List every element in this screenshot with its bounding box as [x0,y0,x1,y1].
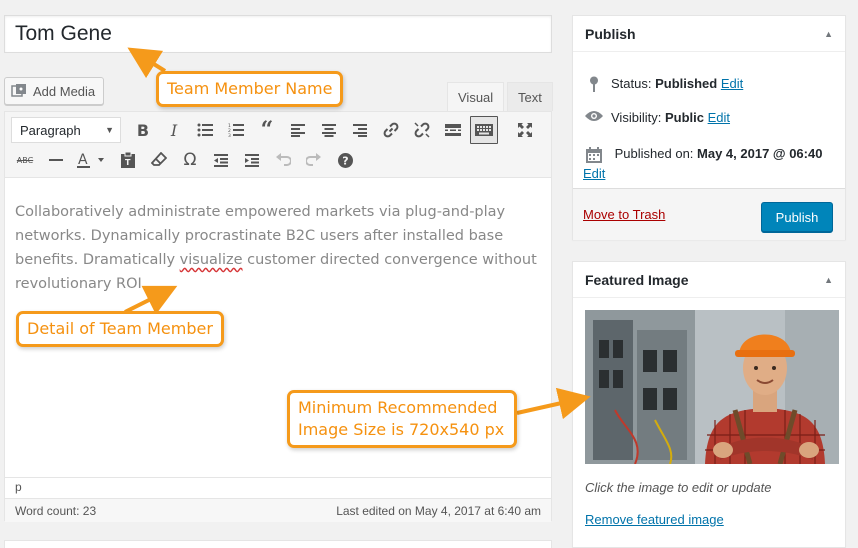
svg-text:?: ? [342,154,348,167]
editor-status-bar: Word count: 23 Last edited on May 4, 201… [5,498,551,522]
add-media-button[interactable]: Add Media [4,77,105,105]
publish-actions: Move to Trash Publish [573,188,845,240]
element-path[interactable]: p [5,477,551,497]
bold-icon[interactable]: B [129,116,157,144]
misspelled-word: visualize [179,252,243,268]
publish-box-title: Publish [585,25,636,42]
move-to-trash-link[interactable]: Move to Trash [583,207,665,222]
indent-icon[interactable] [238,146,266,174]
italic-icon[interactable]: I [160,116,188,144]
svg-text:T: T [125,158,131,167]
collapse-arrow-icon[interactable]: ▲ [824,29,833,39]
editor-toolbar: Paragraph ▼ B I 123 “ ABC A T Ω ? [5,112,551,178]
collapse-arrow-icon[interactable]: ▲ [824,275,833,285]
post-status-row: Status: Published Edit [583,76,743,92]
align-center-icon[interactable] [315,116,343,144]
last-edited: Last edited on May 4, 2017 at 6:40 am [336,503,541,518]
callout-detail-of-team-member: Detail of Team Member [16,311,224,347]
featured-image-title: Featured Image [585,271,689,288]
tab-text[interactable]: Text [507,82,553,111]
align-right-icon[interactable] [346,116,374,144]
link-icon[interactable] [377,116,405,144]
callout-team-member-name: Team Member Name [156,71,344,107]
eye-icon [583,110,605,122]
featured-image-box: Featured Image ▲ Click the image to edit… [572,261,846,548]
next-metabox [4,540,552,548]
visibility-row: Visibility: Public Edit [583,110,730,125]
help-icon[interactable]: ? [331,146,359,174]
callout-image-size-line1: Minimum Recommended [298,398,498,417]
published-label: Published on: [614,146,694,161]
align-left-icon[interactable] [284,116,312,144]
post-title-input[interactable] [4,15,552,53]
publish-button[interactable]: Publish [761,202,833,232]
featured-image-caption: Click the image to edit or update [585,480,772,495]
calendar-icon [583,146,605,163]
status-label: Status: [611,76,652,91]
edit-date-link[interactable]: Edit [583,166,605,181]
chevron-down-icon: ▼ [105,125,114,135]
publish-box: Publish ▲ Status: Published Edit Visibil… [572,15,846,240]
edit-status-link[interactable]: Edit [721,76,743,91]
callout-image-size-line2: Image Size is 720x540 px [298,420,505,439]
svg-text:3: 3 [228,133,231,137]
redo-icon[interactable] [300,146,328,174]
blockquote-icon[interactable]: “ [253,116,281,144]
clear-formatting-icon[interactable] [145,146,173,174]
visibility-value: Public [664,110,704,125]
text-color-icon[interactable]: A [73,146,111,174]
arrow-to-title [127,47,167,79]
read-more-icon[interactable] [439,116,467,144]
published-value: May 4, 2017 @ 06:40 [697,146,823,161]
outdent-icon[interactable] [207,146,235,174]
bullet-list-icon[interactable] [191,116,219,144]
format-select-value: Paragraph [20,122,81,138]
pin-icon [583,76,605,92]
edit-visibility-link[interactable]: Edit [708,110,730,125]
fullscreen-icon[interactable] [511,116,539,144]
special-character-icon[interactable]: Ω [176,146,204,174]
visibility-label: Visibility: [611,110,662,125]
remove-featured-image-link[interactable]: Remove featured image [585,512,724,527]
published-date-row: Published on: May 4, 2017 @ 06:40 Edit [583,144,839,184]
unlink-icon[interactable] [408,116,436,144]
media-icon [11,83,27,99]
numbered-list-icon[interactable]: 123 [222,116,250,144]
status-value: Published [655,76,718,91]
horizontal-line-icon[interactable] [42,146,70,174]
svg-text:A: A [78,152,88,168]
word-count: Word count: 23 [15,503,97,518]
callout-image-size: Minimum Recommended Image Size is 720x54… [287,390,517,448]
add-media-label: Add Media [33,83,96,99]
tab-visual[interactable]: Visual [447,82,505,111]
strikethrough-icon[interactable]: ABC [11,146,39,174]
toolbar-toggle-icon[interactable] [470,116,498,144]
featured-image[interactable] [585,310,839,464]
format-select[interactable]: Paragraph ▼ [11,117,121,143]
paste-text-icon[interactable]: T [114,146,142,174]
undo-icon[interactable] [269,146,297,174]
